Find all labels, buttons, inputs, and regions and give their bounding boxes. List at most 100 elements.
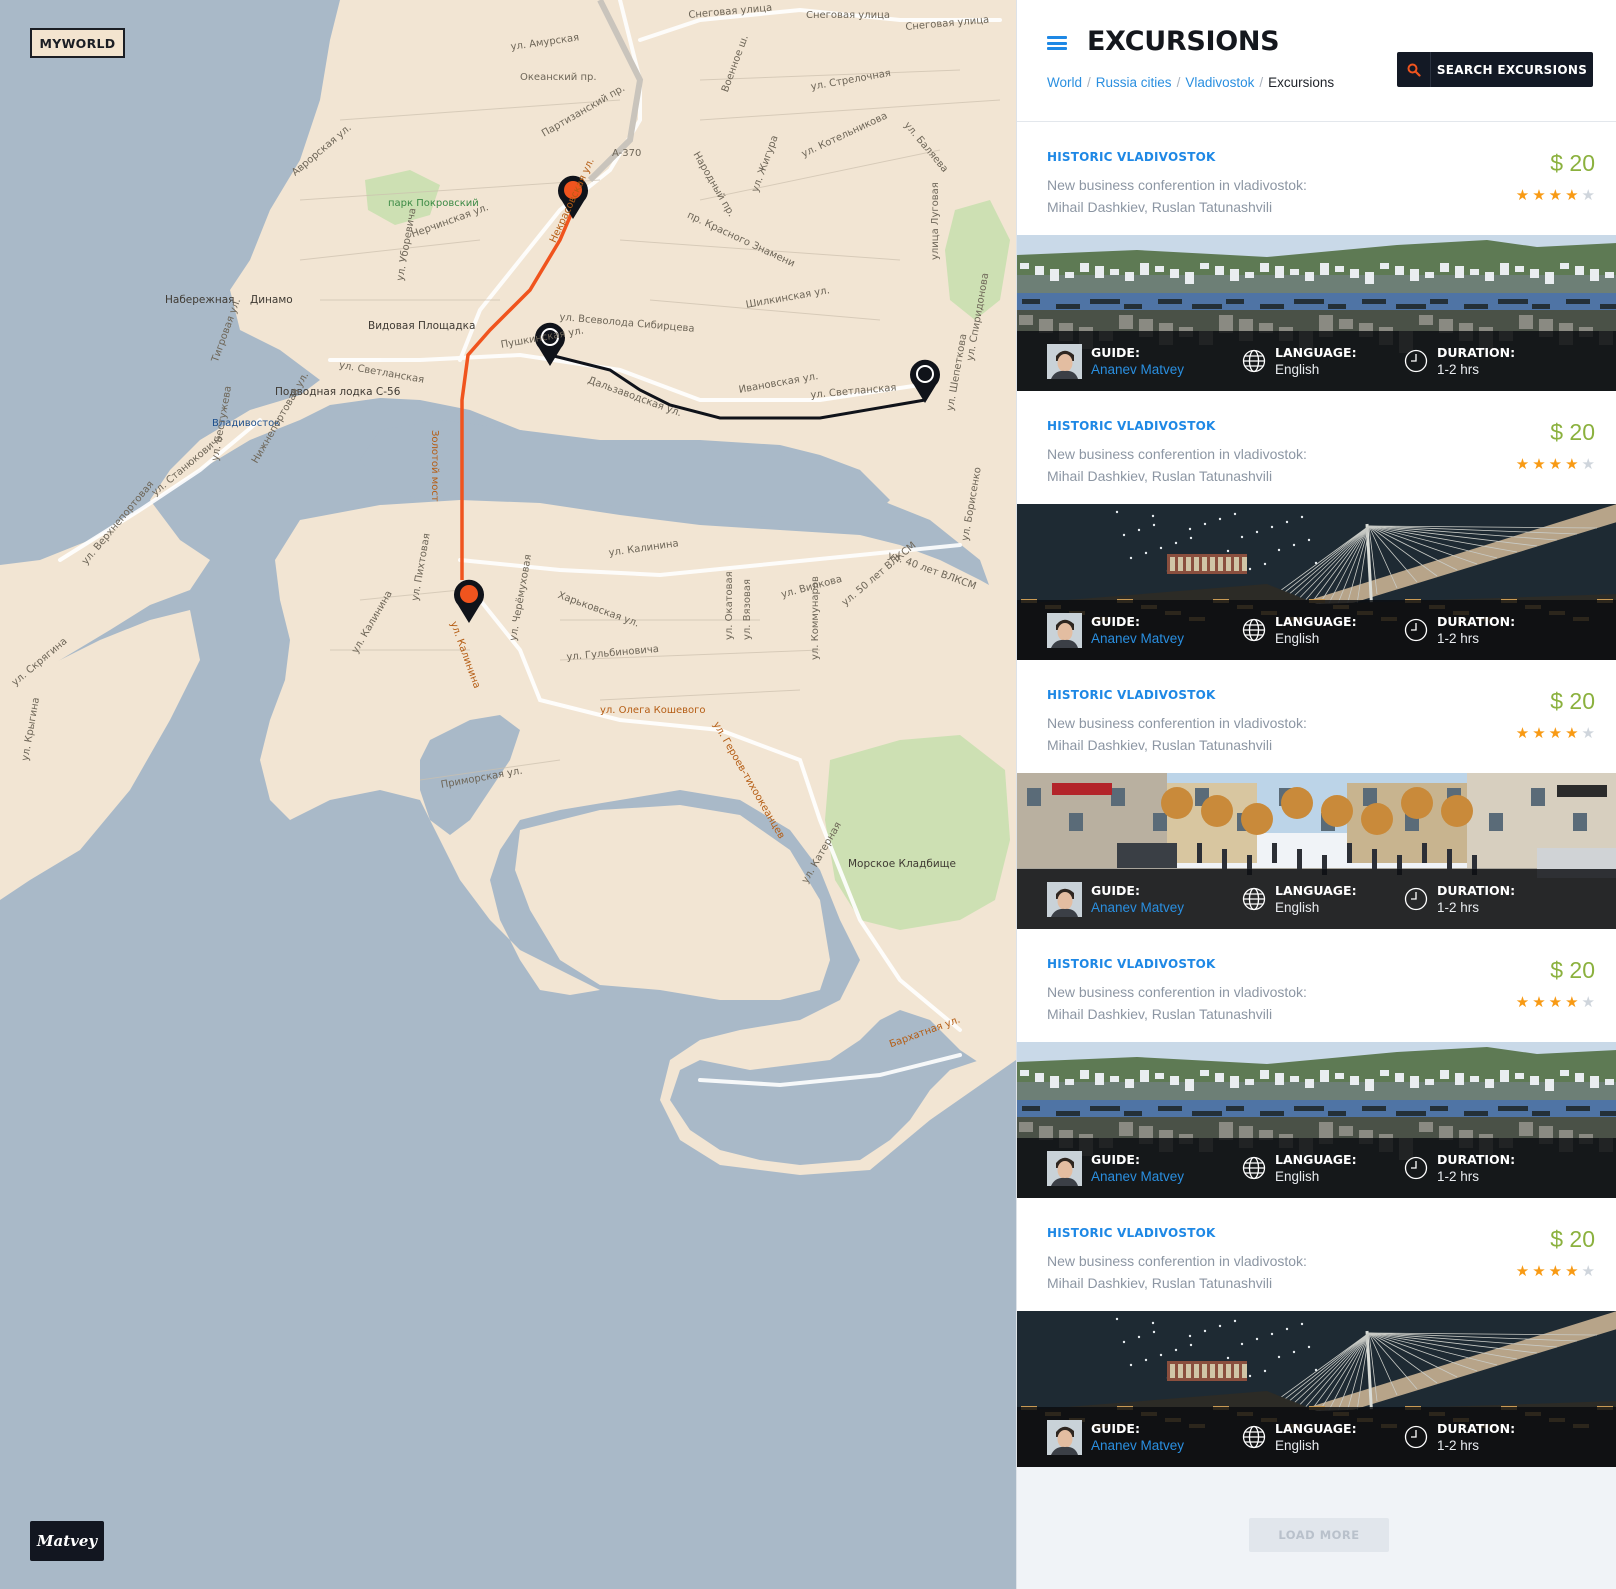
menu-icon[interactable]	[1047, 36, 1067, 50]
excursion-card[interactable]: HISTORIC VLADIVOSTOK New business confer…	[1017, 660, 1616, 929]
language-value: English	[1275, 1438, 1320, 1453]
excursion-title[interactable]: HISTORIC VLADIVOSTOK	[1047, 957, 1215, 971]
star-icon: ★	[1548, 456, 1563, 473]
excursion-price: $ 20	[1550, 150, 1595, 176]
street-label: ул. Окатовая	[724, 571, 735, 640]
load-more-button[interactable]: LOAD MORE	[1249, 1518, 1389, 1552]
street-label: Набережная	[165, 294, 235, 306]
excursion-description-line: New business conferention in vladivostok…	[1047, 446, 1307, 462]
excursion-description: New business conferention in vladivostok…	[1047, 443, 1347, 487]
excursion-title[interactable]: HISTORIC VLADIVOSTOK	[1047, 150, 1215, 164]
clock-icon	[1404, 349, 1428, 373]
excursion-description: New business conferention in vladivostok…	[1047, 174, 1347, 218]
star-icon: ★	[1532, 456, 1546, 473]
globe-icon	[1242, 349, 1266, 373]
duration-label: DURATION:	[1437, 1152, 1516, 1167]
breadcrumb-world[interactable]: World	[1047, 75, 1082, 90]
excursion-title[interactable]: HISTORIC VLADIVOSTOK	[1047, 1226, 1215, 1240]
guide-name-link[interactable]: Ananev Matvey	[1091, 900, 1184, 915]
breadcrumb-russia-cities[interactable]: Russia cities	[1096, 75, 1172, 90]
excursion-description-line: New business conferention in vladivostok…	[1047, 715, 1307, 731]
excursion-card[interactable]: HISTORIC VLADIVOSTOK New business confer…	[1017, 1198, 1616, 1467]
excursion-description: New business conferention in vladivostok…	[1047, 1250, 1347, 1294]
language-value: English	[1275, 631, 1320, 646]
language-value: English	[1275, 1169, 1320, 1184]
street-label: A-370	[612, 148, 642, 159]
map[interactable]: Снеговая улица Снеговая улица Снеговая ули…	[0, 0, 1016, 1589]
clock-icon	[1404, 1156, 1428, 1180]
star-icon: ★	[1532, 725, 1546, 742]
star-icon: ★	[1515, 1263, 1530, 1280]
globe-icon	[1242, 1156, 1266, 1180]
search-excursions-button[interactable]: SEARCH EXCURSIONS	[1397, 52, 1593, 87]
excursion-photo[interactable]: GUIDE: Ananev Matvey LANGUAGE: English D…	[1017, 1042, 1616, 1198]
excursion-rating: ★ ★ ★ ★ ★	[1516, 995, 1595, 1010]
breadcrumb-vladivostok[interactable]: Vladivostok	[1185, 75, 1254, 90]
excursion-photo[interactable]: GUIDE: Ananev Matvey LANGUAGE: English D…	[1017, 1311, 1616, 1467]
guide-avatar[interactable]	[1047, 882, 1082, 917]
language-label: LANGUAGE:	[1275, 614, 1357, 629]
guide-name-link[interactable]: Ananev Matvey	[1091, 631, 1184, 646]
guide-name-link[interactable]: Ananev Matvey	[1091, 362, 1184, 377]
excursion-description-line: New business conferention in vladivostok…	[1047, 177, 1307, 193]
excursion-photo[interactable]: GUIDE: Ananev Matvey LANGUAGE: English D…	[1017, 773, 1616, 929]
street-label: ул. Олега Кошевого	[600, 705, 706, 716]
language-value: English	[1275, 900, 1320, 915]
excursion-card-info: HISTORIC VLADIVOSTOK New business confer…	[1017, 929, 1616, 1042]
star-icon: ★	[1581, 187, 1595, 204]
excursion-card[interactable]: HISTORIC VLADIVOSTOK New business confer…	[1017, 122, 1616, 391]
excursion-meta-bar: GUIDE: Ananev Matvey LANGUAGE: English D…	[1017, 1138, 1616, 1198]
excursion-card-info: HISTORIC VLADIVOSTOK New business confer…	[1017, 122, 1616, 235]
map-pin-destination-icon[interactable]	[452, 578, 486, 624]
excursion-card[interactable]: HISTORIC VLADIVOSTOK New business confer…	[1017, 391, 1616, 660]
street-label: парк Покровский	[388, 198, 479, 209]
star-icon: ★	[1515, 456, 1530, 473]
excursion-title[interactable]: HISTORIC VLADIVOSTOK	[1047, 419, 1215, 433]
excursion-rating: ★ ★ ★ ★ ★	[1516, 1264, 1595, 1279]
search-icon	[1397, 52, 1431, 87]
street-label: ул. Коммунаров	[810, 576, 821, 660]
star-icon: ★	[1548, 187, 1563, 204]
duration-label: DURATION:	[1437, 883, 1516, 898]
guide-avatar[interactable]	[1047, 613, 1082, 648]
language-label: LANGUAGE:	[1275, 883, 1357, 898]
globe-icon	[1242, 887, 1266, 911]
duration-value: 1-2 hrs	[1437, 362, 1480, 377]
duration-value: 1-2 hrs	[1437, 1438, 1480, 1453]
guide-avatar[interactable]	[1047, 1420, 1082, 1455]
excursion-card-info: HISTORIC VLADIVOSTOK New business confer…	[1017, 660, 1616, 773]
duration-value: 1-2 hrs	[1437, 1169, 1480, 1184]
excursion-price: $ 20	[1550, 957, 1595, 983]
language-label: LANGUAGE:	[1275, 1152, 1357, 1167]
guide-label: GUIDE:	[1091, 883, 1140, 898]
excursion-meta-bar: GUIDE: Ananev Matvey LANGUAGE: English D…	[1017, 331, 1616, 391]
star-icon: ★	[1532, 187, 1546, 204]
language-label: LANGUAGE:	[1275, 1421, 1357, 1436]
guide-name-link[interactable]: Ananev Matvey	[1091, 1438, 1184, 1453]
author-signature-logo: Matvey	[30, 1521, 104, 1561]
myworld-logo[interactable]: MYWORLD	[30, 28, 125, 58]
excursion-list: HISTORIC VLADIVOSTOK New business confer…	[1017, 122, 1616, 1467]
excursion-card[interactable]: HISTORIC VLADIVOSTOK New business confer…	[1017, 929, 1616, 1198]
excursion-photo[interactable]: GUIDE: Ananev Matvey LANGUAGE: English D…	[1017, 504, 1616, 660]
guide-avatar[interactable]	[1047, 1151, 1082, 1186]
duration-value: 1-2 hrs	[1437, 900, 1480, 915]
star-icon: ★	[1548, 1263, 1563, 1280]
star-icon: ★	[1581, 725, 1595, 742]
duration-value: 1-2 hrs	[1437, 631, 1480, 646]
guide-name-link[interactable]: Ananev Matvey	[1091, 1169, 1184, 1184]
excursion-title[interactable]: HISTORIC VLADIVOSTOK	[1047, 688, 1215, 702]
duration-label: DURATION:	[1437, 614, 1516, 629]
excursion-price: $ 20	[1550, 419, 1595, 445]
star-icon: ★	[1581, 994, 1595, 1011]
guide-avatar[interactable]	[1047, 344, 1082, 379]
excursion-photo[interactable]: GUIDE: Ananev Matvey LANGUAGE: English D…	[1017, 235, 1616, 391]
excursion-price: $ 20	[1550, 1226, 1595, 1252]
star-icon: ★	[1565, 456, 1579, 473]
excursion-rating: ★ ★ ★ ★ ★	[1516, 726, 1595, 741]
excursion-card-info: HISTORIC VLADIVOSTOK New business confer…	[1017, 391, 1616, 504]
excursion-description-line: Mihail Dashkiev, Ruslan Tatunashvili	[1047, 1006, 1273, 1022]
map-pin-end-icon[interactable]	[908, 358, 942, 404]
street-label: Океанский пр.	[520, 72, 597, 83]
excursion-meta-bar: GUIDE: Ananev Matvey LANGUAGE: English D…	[1017, 600, 1616, 660]
